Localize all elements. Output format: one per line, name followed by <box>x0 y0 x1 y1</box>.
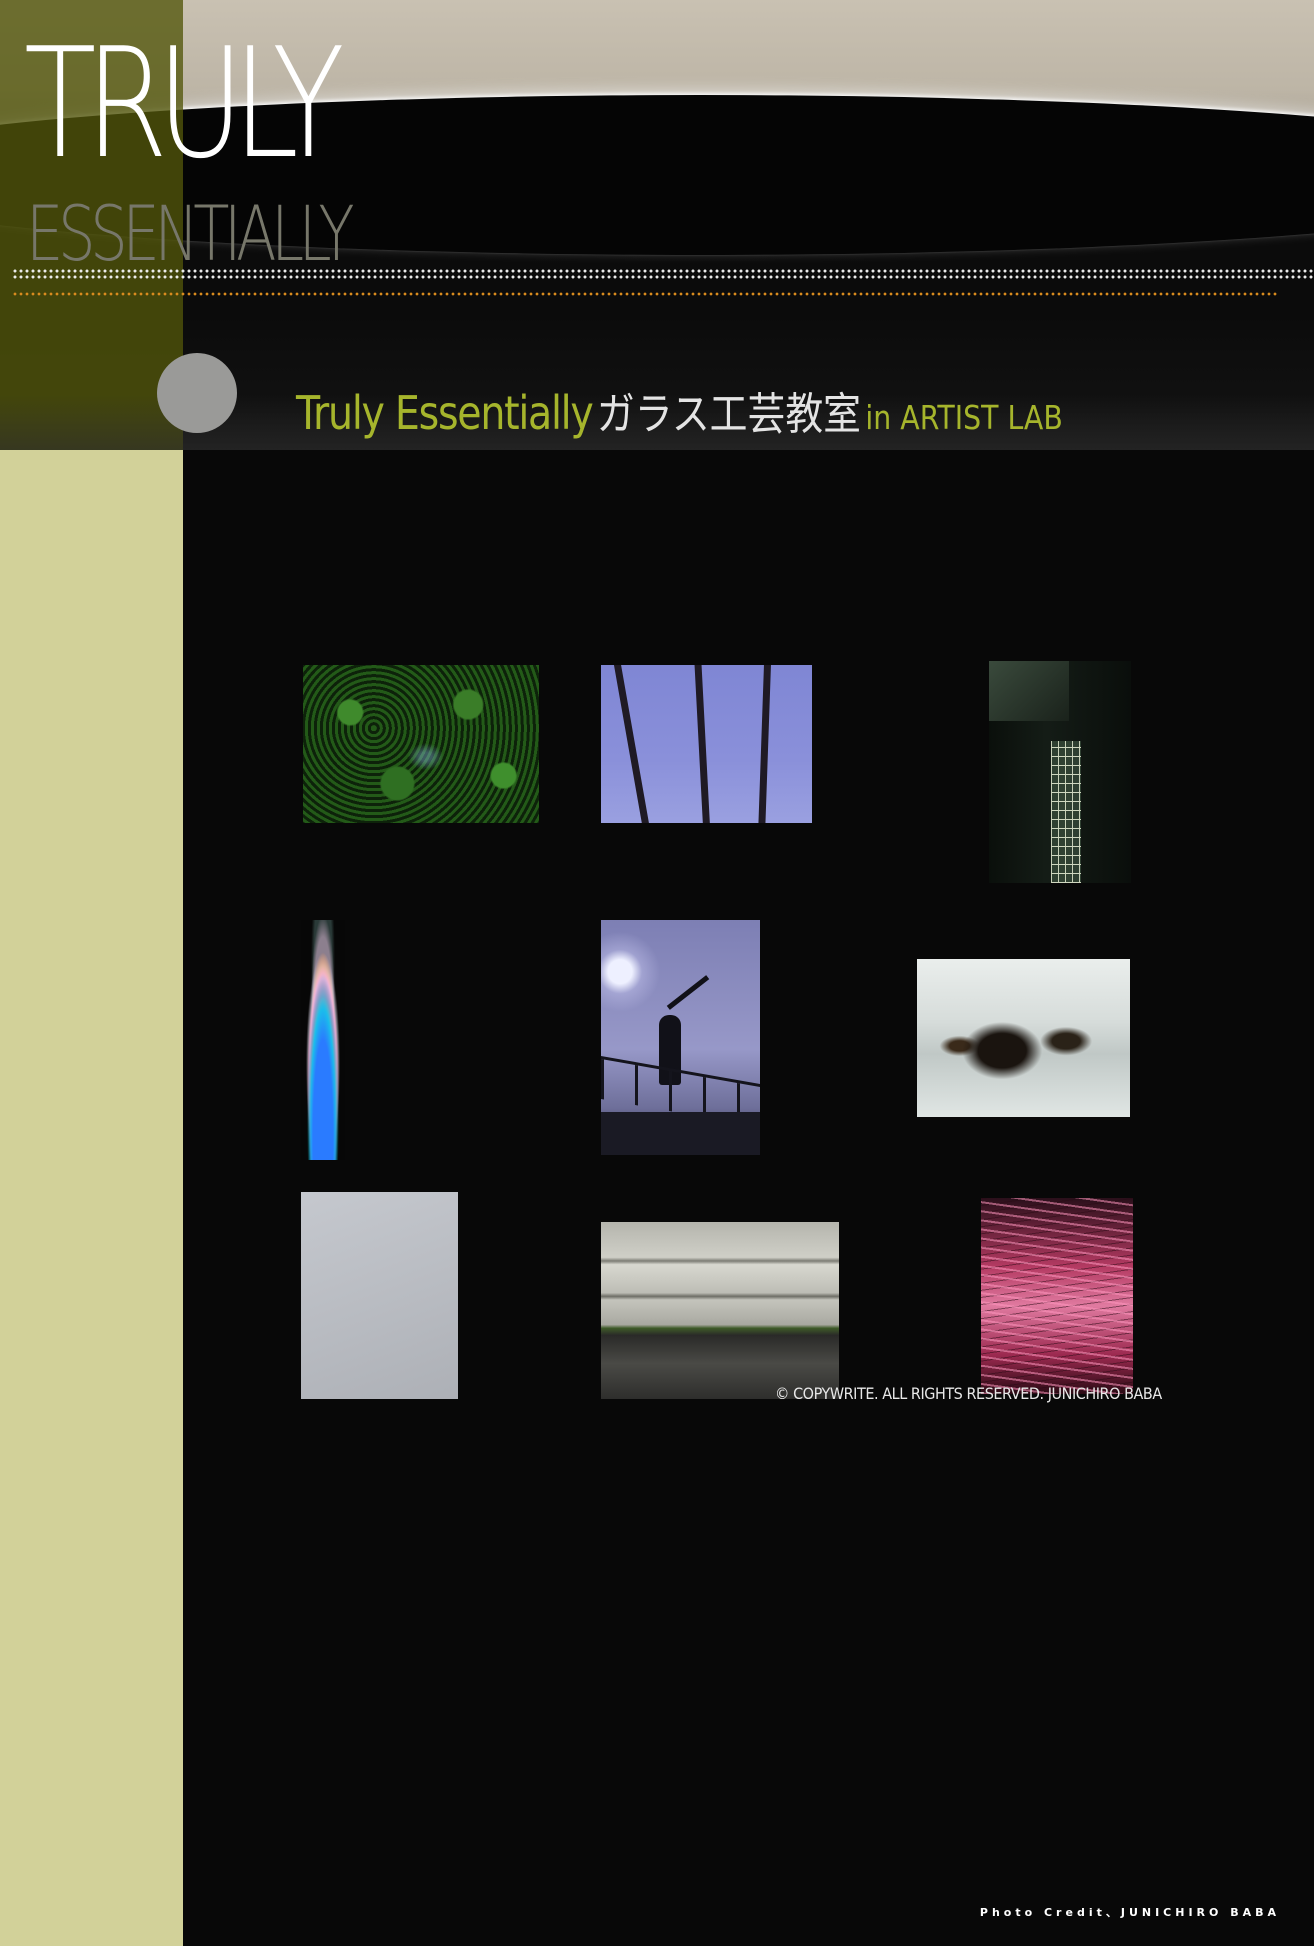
dotted-divider-orange <box>12 292 1277 296</box>
bridge-stick <box>666 975 710 1010</box>
photo-thumbnail-red[interactable] <box>981 1198 1133 1394</box>
copyright-text: © COPYWRITE. ALL RIGHTS RESERVED. JUNICH… <box>775 1384 1162 1403</box>
site-title: TRULY <box>24 15 345 192</box>
palm-trunk <box>612 665 653 823</box>
heading-lab: in ARTIST LAB <box>865 398 1063 437</box>
photo-thumbnail-white[interactable] <box>301 1192 458 1399</box>
palm-trunk <box>757 665 772 823</box>
photo-thumbnail-bridge[interactable] <box>601 920 760 1155</box>
circle-decoration <box>157 353 237 433</box>
bridge-deck <box>601 1112 760 1155</box>
photo-thumbnail-wall[interactable] <box>601 1222 839 1399</box>
heading-japanese: ガラス工芸教室 <box>596 389 862 440</box>
photo-thumbnail-leaves[interactable] <box>303 665 539 823</box>
site-subtitle: ESSENTIALLY <box>26 189 355 278</box>
photo-thumbnail-lights[interactable] <box>301 920 345 1160</box>
building-windows <box>1051 741 1081 883</box>
photo-thumbnail-palms[interactable] <box>601 665 812 823</box>
header-banner: TRULY ESSENTIALLY Truly Essentially ガラス工… <box>0 0 1314 450</box>
photo-thumbnail-building[interactable] <box>989 661 1131 883</box>
palm-trunk <box>694 665 711 823</box>
page-heading: Truly Essentially ガラス工芸教室 in ARTIST LAB <box>296 378 1063 442</box>
photo-thumbnail-rust[interactable] <box>917 959 1130 1117</box>
heading-english: Truly Essentially <box>296 386 594 440</box>
building-top <box>989 661 1069 721</box>
dotted-divider-white <box>12 268 1314 280</box>
photo-credit-text: Photo Credit、JUNICHIRO BABA <box>979 1906 1280 1919</box>
